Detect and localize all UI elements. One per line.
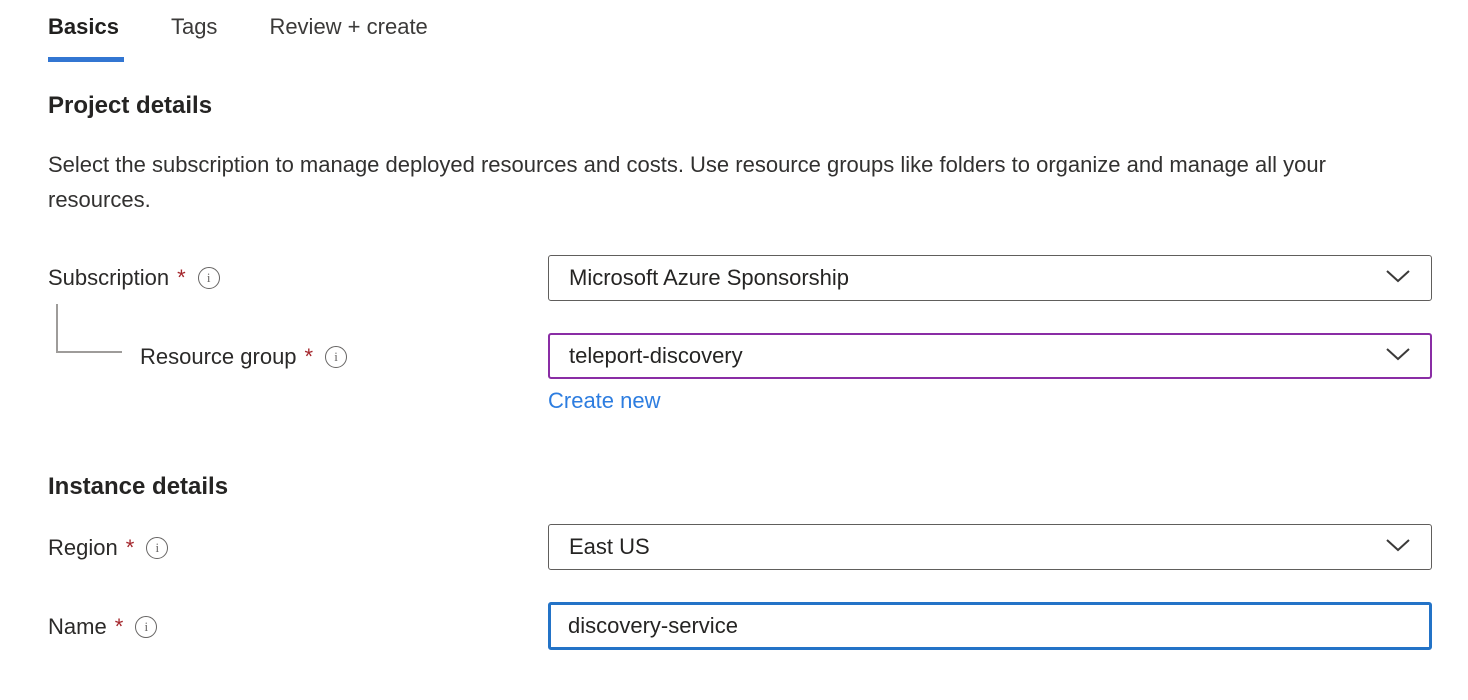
active-tab-indicator: [48, 57, 124, 62]
info-icon[interactable]: i: [325, 346, 347, 368]
info-icon[interactable]: i: [198, 267, 220, 289]
info-icon[interactable]: i: [135, 616, 157, 638]
required-asterisk: *: [126, 535, 135, 561]
instance-details-heading: Instance details: [48, 473, 228, 501]
region-label-text: Region: [48, 535, 118, 561]
chevron-down-icon: [1385, 347, 1411, 366]
tree-connector-horizontal: [56, 351, 122, 353]
name-label-text: Name: [48, 614, 107, 640]
subscription-label-text: Subscription: [48, 265, 169, 291]
name-label: Name * i: [48, 614, 157, 640]
info-icon[interactable]: i: [146, 537, 168, 559]
chevron-down-icon: [1385, 269, 1411, 288]
region-label: Region * i: [48, 535, 168, 561]
project-details-description: Select the subscription to manage deploy…: [48, 147, 1388, 217]
create-new-link[interactable]: Create new: [548, 388, 661, 414]
subscription-label: Subscription * i: [48, 265, 220, 291]
tab-tags[interactable]: Tags: [171, 14, 217, 58]
required-asterisk: *: [177, 265, 186, 291]
tree-connector-vertical: [56, 304, 58, 353]
name-input[interactable]: [548, 602, 1432, 650]
tab-review-create[interactable]: Review + create: [269, 14, 427, 58]
resource-group-dropdown[interactable]: teleport-discovery: [548, 333, 1432, 379]
create-resource-basics-page: Basics Tags Review + create Project deta…: [0, 0, 1468, 700]
project-details-heading: Project details: [48, 92, 212, 120]
resource-group-label: Resource group * i: [140, 344, 347, 370]
subscription-dropdown-value: Microsoft Azure Sponsorship: [569, 265, 849, 291]
region-dropdown-value: East US: [569, 534, 650, 560]
chevron-down-icon: [1385, 538, 1411, 557]
tab-basics[interactable]: Basics: [48, 14, 119, 58]
region-dropdown[interactable]: East US: [548, 524, 1432, 570]
wizard-tab-bar: Basics Tags Review + create: [48, 14, 428, 58]
resource-group-label-text: Resource group: [140, 344, 297, 370]
resource-group-dropdown-value: teleport-discovery: [569, 343, 743, 369]
subscription-dropdown[interactable]: Microsoft Azure Sponsorship: [548, 255, 1432, 301]
required-asterisk: *: [115, 614, 124, 640]
required-asterisk: *: [305, 344, 314, 370]
